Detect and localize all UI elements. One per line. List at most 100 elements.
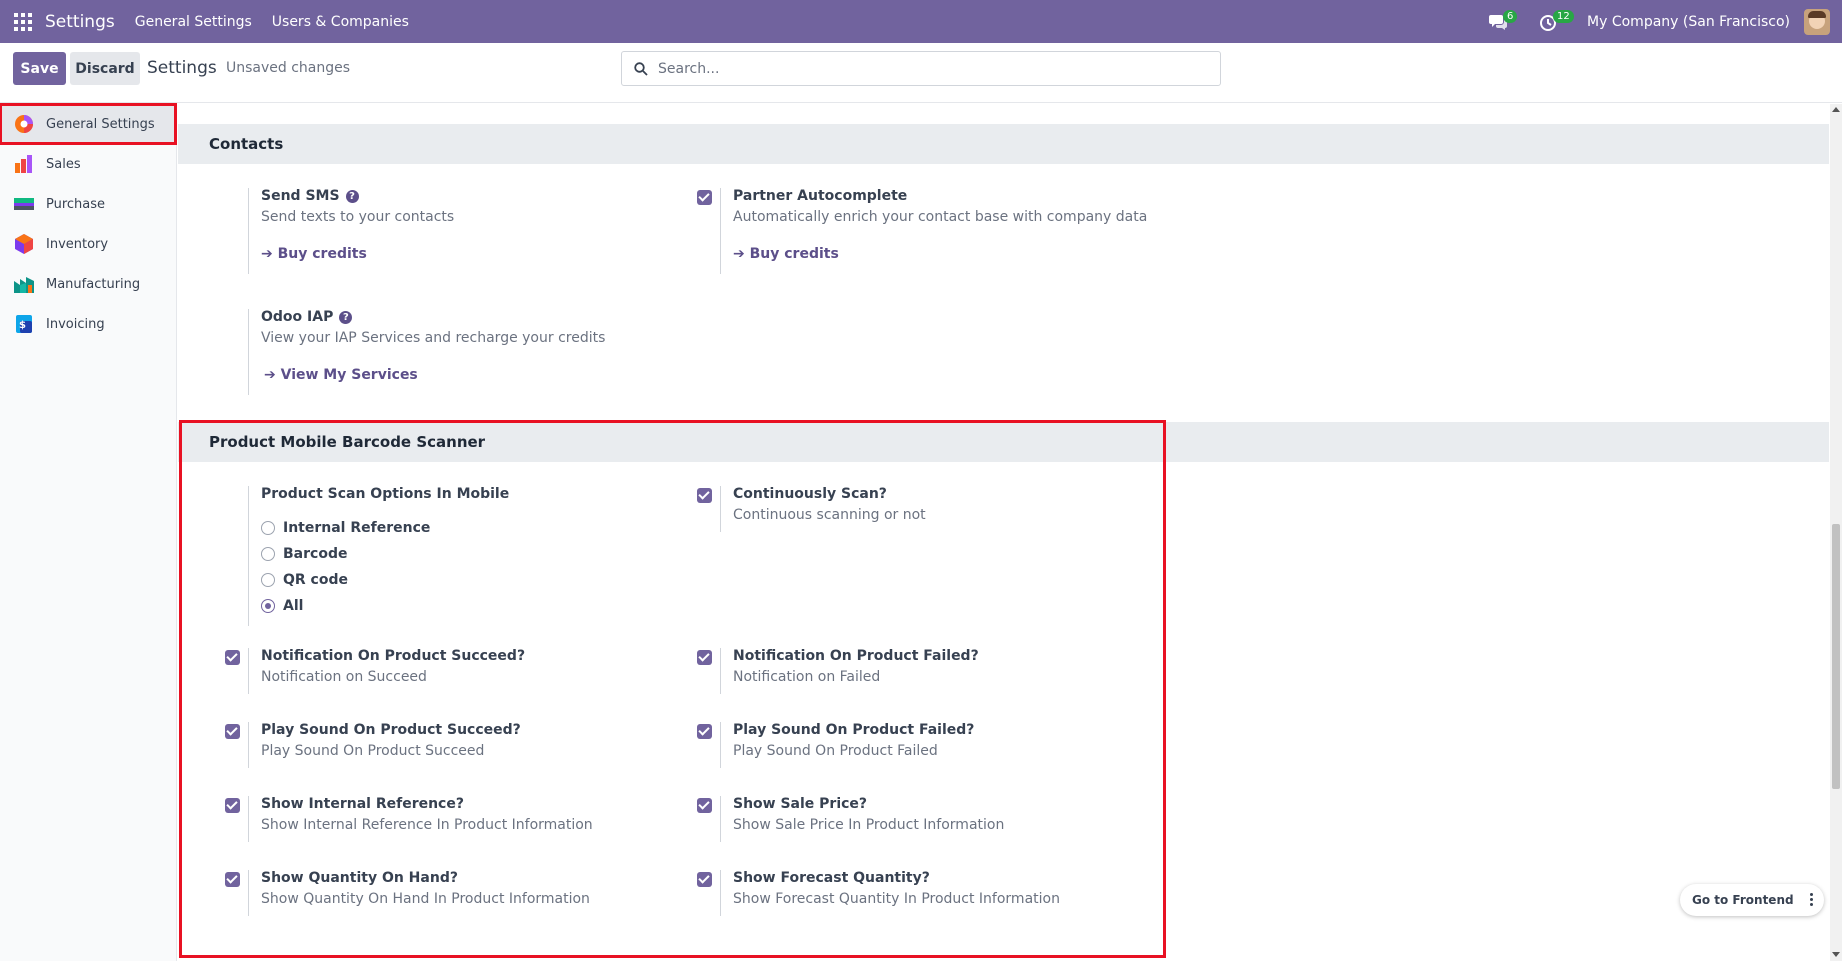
radio-label: Internal Reference <box>283 520 431 536</box>
more-options-icon[interactable] <box>1810 893 1814 908</box>
sidebar-item-label: Sales <box>46 156 81 172</box>
setting-partner-autocomplete: Partner Autocomplete Automatically enric… <box>720 188 1220 278</box>
messages-button[interactable]: 6 <box>1487 9 1518 34</box>
manufacturing-icon <box>14 277 34 293</box>
setting-show-forecast-qty: Show Forecast Quantity? Show Forecast Qu… <box>720 870 1120 920</box>
setting-title: Show Internal Reference? <box>261 796 464 812</box>
menu-general-settings[interactable]: General Settings <box>135 14 252 30</box>
setting-send-sms: Send SMS? Send texts to your contacts ➔ … <box>248 188 648 278</box>
activities-count-badge: 12 <box>1553 9 1574 23</box>
setting-title: Send SMS <box>261 188 340 204</box>
apps-grid-icon[interactable] <box>14 12 32 31</box>
setting-description: Show Internal Reference In Product Infor… <box>261 817 593 833</box>
setting-notification-failed: Notification On Product Failed? Notifica… <box>720 648 1120 698</box>
content-scrollbar[interactable] <box>1830 104 1842 961</box>
activities-button[interactable]: 12 <box>1537 9 1574 34</box>
sidebar-item-general-settings[interactable]: General Settings <box>0 103 177 145</box>
radio-label: QR code <box>283 572 348 588</box>
sidebar-item-sales[interactable]: Sales <box>0 144 176 184</box>
setting-description: Send texts to your contacts <box>261 209 455 225</box>
radio-button[interactable] <box>261 547 275 561</box>
radio-button-selected[interactable] <box>261 599 275 613</box>
view-my-services-link[interactable]: ➔ View My Services <box>264 367 418 383</box>
radio-internal-reference[interactable]: Internal Reference <box>261 520 430 536</box>
help-icon[interactable]: ? <box>345 190 359 203</box>
radio-barcode[interactable]: Barcode <box>261 546 347 562</box>
setting-title: Continuously Scan? <box>733 486 887 502</box>
setting-notification-succeed: Notification On Product Succeed? Notific… <box>248 648 648 698</box>
setting-title: Play Sound On Product Succeed? <box>261 722 521 738</box>
unsaved-status: Unsaved changes <box>226 60 351 76</box>
setting-description: Show Forecast Quantity In Product Inform… <box>733 891 1060 907</box>
sidebar-item-manufacturing[interactable]: Manufacturing <box>0 264 176 304</box>
setting-description: Automatically enrich your contact base w… <box>733 209 1148 225</box>
show-sale-price-checkbox[interactable] <box>697 798 712 813</box>
sidebar-item-label: Manufacturing <box>46 276 141 292</box>
page-title: Settings <box>147 58 217 78</box>
setting-continuous-scan: Continuously Scan? Continuous scanning o… <box>720 486 1120 536</box>
setting-show-internal-ref: Show Internal Reference? Show Internal R… <box>248 796 648 846</box>
buy-credits-link[interactable]: ➔ Buy credits <box>261 246 367 262</box>
partner-autocomplete-checkbox[interactable] <box>697 190 712 205</box>
setting-description: View your IAP Services and recharge your… <box>261 330 606 346</box>
setting-description: Show Sale Price In Product Information <box>733 817 1005 833</box>
setting-title: Notification On Product Failed? <box>733 648 979 664</box>
top-navbar: Settings General Settings Users & Compan… <box>0 0 1842 43</box>
sidebar-item-purchase[interactable]: Purchase <box>0 184 176 224</box>
setting-title: Partner Autocomplete <box>733 188 908 204</box>
menu-users-companies[interactable]: Users & Companies <box>272 14 409 30</box>
setting-description: Play Sound On Product Failed <box>733 743 938 759</box>
setting-title: Product Scan Options In Mobile <box>261 486 510 502</box>
company-switcher[interactable]: My Company (San Francisco) <box>1587 14 1790 30</box>
setting-title: Show Forecast Quantity? <box>733 870 930 886</box>
radio-label: All <box>283 598 304 614</box>
save-button[interactable]: Save <box>13 52 66 85</box>
discard-button[interactable]: Discard <box>70 52 140 85</box>
go-to-frontend-widget: Go to Frontend <box>1680 884 1824 916</box>
general-settings-icon <box>15 115 33 133</box>
sound-failed-checkbox[interactable] <box>697 724 712 739</box>
setting-odoo-iap: Odoo IAP? View your IAP Services and rec… <box>248 309 648 399</box>
scroll-up-arrow-icon[interactable] <box>1832 107 1840 112</box>
buy-credits-link[interactable]: ➔ Buy credits <box>733 246 839 262</box>
control-panel: Save Discard Settings Unsaved changes <box>0 43 1842 103</box>
setting-description: Show Quantity On Hand In Product Informa… <box>261 891 590 907</box>
sound-succeed-checkbox[interactable] <box>225 724 240 739</box>
sales-icon <box>15 155 32 173</box>
app-brand[interactable]: Settings <box>45 12 115 32</box>
setting-description: Continuous scanning or not <box>733 507 926 523</box>
search-input[interactable] <box>658 60 1198 77</box>
scroll-thumb[interactable] <box>1832 524 1840 789</box>
search-icon <box>634 61 648 76</box>
setting-sound-succeed: Play Sound On Product Succeed? Play Soun… <box>248 722 648 772</box>
setting-title: Odoo IAP <box>261 309 334 325</box>
setting-show-qty-on-hand: Show Quantity On Hand? Show Quantity On … <box>248 870 648 920</box>
sidebar-item-inventory[interactable]: Inventory <box>0 224 176 264</box>
inventory-icon <box>15 234 33 254</box>
search-bar[interactable] <box>621 51 1221 86</box>
setting-title: Show Sale Price? <box>733 796 868 812</box>
show-forecast-qty-checkbox[interactable] <box>697 872 712 887</box>
show-qty-on-hand-checkbox[interactable] <box>225 872 240 887</box>
link-label: View My Services <box>280 367 418 383</box>
radio-button[interactable] <box>261 573 275 587</box>
invoicing-icon: $ <box>16 315 32 333</box>
notification-failed-checkbox[interactable] <box>697 650 712 665</box>
sidebar-item-invoicing[interactable]: $ Invoicing <box>0 304 176 344</box>
scroll-down-arrow-icon[interactable] <box>1832 952 1840 957</box>
radio-qr-code[interactable]: QR code <box>261 572 348 588</box>
radio-button[interactable] <box>261 521 275 535</box>
setting-scan-options: Product Scan Options In Mobile Internal … <box>248 486 648 626</box>
setting-show-sale-price: Show Sale Price? Show Sale Price In Prod… <box>720 796 1120 846</box>
setting-description: Play Sound On Product Succeed <box>261 743 485 759</box>
go-to-frontend-button[interactable]: Go to Frontend <box>1692 893 1794 907</box>
help-icon[interactable]: ? <box>339 311 353 324</box>
settings-sidebar: General Settings Sales Purchase Inventor… <box>0 103 177 961</box>
setting-sound-failed: Play Sound On Product Failed? Play Sound… <box>720 722 1120 772</box>
show-internal-ref-checkbox[interactable] <box>225 798 240 813</box>
user-avatar[interactable] <box>1804 8 1830 35</box>
continuous-scan-checkbox[interactable] <box>697 488 712 503</box>
radio-label: Barcode <box>283 546 348 562</box>
radio-all[interactable]: All <box>261 598 303 614</box>
notification-succeed-checkbox[interactable] <box>225 650 240 665</box>
